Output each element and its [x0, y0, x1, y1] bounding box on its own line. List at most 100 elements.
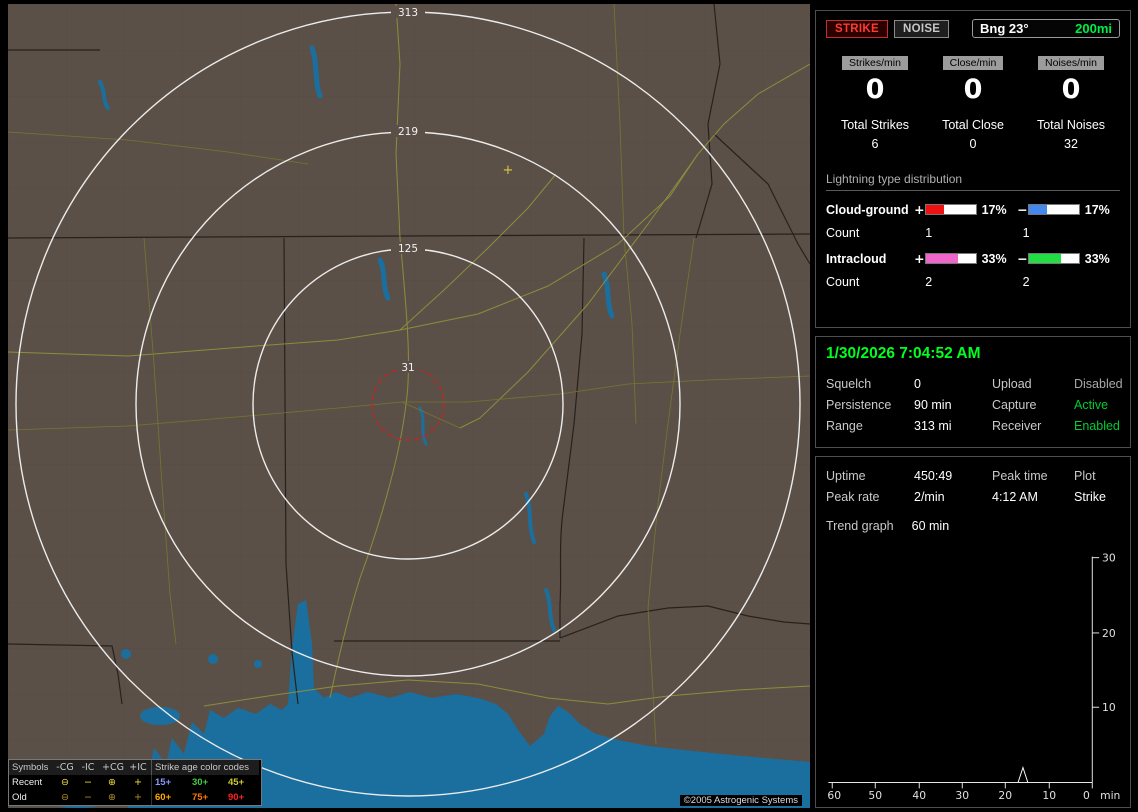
distribution-title: Lightning type distribution — [826, 172, 1120, 191]
ring-label-219: 219 — [398, 126, 418, 138]
neg-ic-old-icon: − — [84, 791, 92, 803]
bearing-value: Bng 23° — [980, 21, 1029, 36]
total-close-value: 0 — [969, 137, 977, 151]
cg-negative-pct: 17% — [1084, 202, 1110, 217]
copyright-text: ©2005 Astrogenic Systems — [679, 795, 802, 806]
cg-negative-count: 1 — [1022, 226, 1030, 240]
range-value: 200mi — [1075, 21, 1112, 36]
close-per-min-label: Close/min — [942, 56, 1004, 70]
total-noises-value: 32 — [1064, 137, 1078, 151]
age-90: 90+ — [228, 791, 245, 803]
total-noises-label: Total Noises — [1036, 118, 1106, 132]
legend-symbols-header: Symbols — [9, 760, 53, 775]
pos-cg-recent-icon: ⊕ — [108, 776, 116, 788]
map-legend: Symbols -CG -IC +CG +IC Strike age color… — [8, 759, 262, 806]
y-tick-30: 30 — [1102, 552, 1116, 565]
y-tick-20: 20 — [1102, 627, 1116, 640]
noises-per-min-value: 0 — [1061, 74, 1081, 105]
legend-col-pos-ic: +IC — [125, 760, 151, 775]
ic-count-label: Count — [826, 275, 860, 289]
total-strikes-label: Total Strikes — [840, 118, 910, 132]
uptime-label: Uptime — [826, 469, 866, 483]
neg-cg-recent-icon: ⊖ — [61, 776, 69, 788]
squelch-label: Squelch — [826, 377, 872, 391]
upload-label: Upload — [992, 377, 1032, 391]
strike-toggle-button[interactable]: STRIKE — [826, 19, 888, 38]
receiver-label: Receiver — [992, 419, 1042, 433]
legend-age-header: Strike age color codes — [151, 760, 259, 775]
cg-positive-pct: 17% — [981, 202, 1007, 217]
upload-status: Disabled — [1074, 377, 1123, 391]
date-time: 1/30/2026 7:04:52 AM — [826, 345, 981, 362]
plus-sign: + — [914, 202, 925, 217]
status-panel: STRIKE NOISE Bng 23° 200mi Strikes/min 0… — [815, 10, 1131, 328]
range-setting-value: 313 mi — [914, 419, 952, 433]
age-45: 45+ — [228, 776, 245, 788]
ic-positive-bar-fill — [926, 254, 958, 263]
peak-rate-label: Peak rate — [826, 490, 880, 504]
ic-positive-bar — [925, 253, 977, 264]
uptime-value: 450:49 — [914, 469, 953, 483]
peak-time-value: 4:12 AM — [992, 490, 1038, 504]
close-per-min-value: 0 — [963, 74, 983, 105]
pos-cg-old-icon: ⊕ — [108, 791, 116, 803]
capture-label: Capture — [992, 398, 1037, 412]
pos-ic-recent-icon: + — [134, 776, 142, 788]
minus-sign: − — [1017, 202, 1028, 217]
minus-sign: − — [1017, 251, 1028, 266]
settings-panel: 1/30/2026 7:04:52 AM Squelch 0 Upload Di… — [815, 336, 1131, 448]
legend-col-pos-cg: +CG — [99, 760, 125, 775]
age-30: 30+ — [192, 776, 209, 788]
age-75: 75+ — [192, 791, 209, 803]
ic-negative-bar-fill — [1029, 254, 1061, 263]
noise-toggle-button[interactable]: NOISE — [893, 19, 950, 38]
plot-value: Strike — [1074, 490, 1106, 504]
total-close-label: Total Close — [942, 118, 1004, 132]
legend-row-old-label: Old — [12, 791, 27, 803]
x-tick-10: 10 — [1042, 789, 1056, 802]
map-display[interactable]: 313 219 125 31 + Symbols -CG -IC +CG +IC… — [8, 4, 810, 808]
ic-negative-bar — [1028, 253, 1080, 264]
cg-positive-bar-fill — [926, 205, 944, 214]
trend-graph-label: Trend graph — [826, 519, 894, 533]
bearing-range-readout: Bng 23° 200mi — [972, 19, 1120, 38]
age-60: 60+ — [151, 790, 189, 805]
cg-positive-bar — [925, 204, 977, 215]
x-tick-0: 0 — [1083, 789, 1090, 802]
total-strikes-value: 6 — [871, 137, 879, 151]
strikes-per-min-column: Strikes/min 0 Total Strikes 6 — [826, 53, 924, 151]
range-setting-label: Range — [826, 419, 863, 433]
ring-label-313: 313 — [398, 7, 418, 19]
cloud-ground-count-row: Count 1 1 — [826, 226, 1120, 240]
trend-chart: 30 20 10 60 50 40 30 20 10 0 min — [827, 552, 1120, 803]
strikes-per-min-value: 0 — [865, 74, 885, 105]
receiver-status: Enabled — [1074, 419, 1120, 433]
close-per-min-column: Close/min 0 Total Close 0 — [924, 53, 1022, 151]
neg-cg-old-icon: ⊖ — [61, 791, 69, 803]
y-tick-10: 10 — [1102, 701, 1116, 714]
x-tick-40: 40 — [912, 789, 926, 802]
ic-negative-count: 2 — [1022, 275, 1030, 289]
trend-graph-value: 60 min — [911, 519, 950, 533]
x-tick-30: 30 — [955, 789, 969, 802]
radar-map[interactable]: 313 219 125 31 + — [8, 4, 810, 808]
cg-negative-bar — [1028, 204, 1080, 215]
intracloud-row: Intracloud + 33% − 33% — [826, 251, 1120, 266]
county-lines — [8, 4, 810, 808]
ring-label-125: 125 — [398, 243, 418, 255]
persistence-label: Persistence — [826, 398, 892, 412]
strike-marker-icon: + — [503, 163, 514, 178]
intracloud-label: Intracloud — [826, 251, 887, 266]
noises-per-min-column: Noises/min 0 Total Noises 32 — [1022, 53, 1120, 151]
x-tick-20: 20 — [998, 789, 1012, 802]
neg-ic-recent-icon: − — [84, 776, 92, 788]
plot-label: Plot — [1074, 469, 1096, 483]
cg-negative-bar-fill — [1029, 205, 1048, 214]
legend-row-recent-label: Recent — [12, 776, 43, 788]
cloud-ground-label: Cloud-ground — [826, 202, 909, 217]
x-axis-unit: min — [1100, 789, 1120, 802]
lightning-detector-app: 313 219 125 31 + Symbols -CG -IC +CG +IC… — [0, 0, 1138, 812]
age-15: 15+ — [151, 775, 189, 790]
cg-positive-count: 1 — [925, 226, 933, 240]
legend-col-neg-cg: -CG — [53, 760, 77, 775]
